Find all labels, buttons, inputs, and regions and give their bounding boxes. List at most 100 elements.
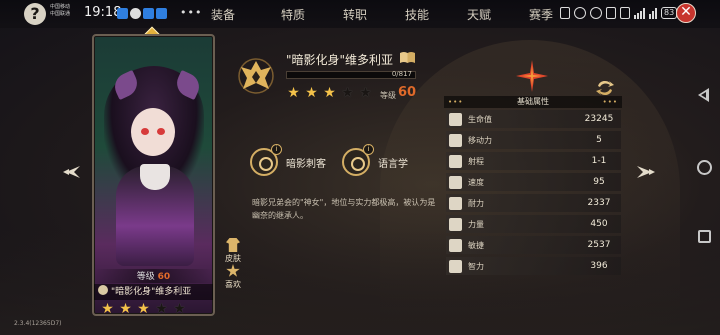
carrier-line: 中国联通 <box>50 11 71 17</box>
star-filled-icon: ★ <box>287 85 300 101</box>
chat-icon <box>130 8 141 19</box>
attribute-name: 移动力 <box>468 135 492 145</box>
carrier-line: 中国移动 <box>50 4 71 10</box>
attribute-row[interactable]: 耐力 2337 <box>446 194 621 212</box>
skin-label: 皮肤 <box>225 254 241 263</box>
notification-icons <box>117 8 167 19</box>
character-eye <box>141 128 149 135</box>
trait-label: 语言学 <box>378 158 408 170</box>
battery-indicator: 83 <box>661 7 678 19</box>
header-dots: ••• <box>448 98 464 106</box>
like-icon <box>226 264 240 277</box>
tab-bar: 装备 特质 转职 技能 天赋 赛季 <box>208 6 578 23</box>
card-name: "暗影化身"维多利亚 <box>111 287 192 297</box>
help-button[interactable]: ? <box>24 3 46 25</box>
level-value: 60 <box>398 85 417 100</box>
attribute-name: 射程 <box>468 156 484 166</box>
character-face <box>131 108 175 156</box>
character-description: 暗影兄弟会的"神女"，地位与实力都极高，被认为是幽奈的继承人。 <box>252 198 436 220</box>
tab-skills[interactable]: 技能 <box>392 6 442 23</box>
attribute-row[interactable]: 生命值 23245 <box>446 110 621 128</box>
card-star-rating: ★ ★ ★ ★ ★ <box>100 301 187 316</box>
trait-shadow-assassin[interactable]: i 暗影刺客 <box>250 144 326 176</box>
star-icon <box>449 259 462 273</box>
attribute-name: 力量 <box>468 219 484 229</box>
card-name-bar: "暗影化身"维多利亚 <box>94 284 213 300</box>
trait-emblem-icon: i <box>250 144 282 176</box>
heart-icon <box>449 112 462 126</box>
character-collar <box>140 164 170 190</box>
skin-button[interactable]: 皮肤 <box>221 238 245 264</box>
attribute-value: 2537 <box>587 240 611 250</box>
game-screen: ? 中国移动 中国联通 19:18 ••• 装备 特质 转职 技能 天赋 赛季 <box>0 0 720 335</box>
agility-icon <box>449 238 462 252</box>
attribute-value: 95 <box>593 177 605 187</box>
tab-season[interactable]: 赛季 <box>516 6 566 23</box>
speed-icon <box>449 175 462 189</box>
wifi-icon <box>649 7 657 19</box>
trait-emblem-icon: i <box>342 144 374 176</box>
star-filled-icon: ★ <box>305 85 318 101</box>
attribute-value: 396 <box>590 261 608 271</box>
character-card[interactable]: 等级 60 "暗影化身"维多利亚 ★ ★ ★ ★ ★ <box>92 34 215 316</box>
target-icon <box>449 154 462 168</box>
attribute-value: 23245 <box>584 114 614 124</box>
character-title: "暗影化身"维多利亚 <box>286 53 394 67</box>
tab-talents[interactable]: 天赋 <box>454 6 504 23</box>
card-grade-value: 60 <box>157 272 171 282</box>
character-eye <box>157 128 165 135</box>
attribute-value: 2337 <box>587 198 611 208</box>
attribute-row[interactable]: 射程 1-1 <box>446 152 621 170</box>
star-filled-icon: ★ <box>119 301 132 316</box>
swap-icon[interactable] <box>596 80 614 96</box>
app-icon <box>156 8 167 19</box>
experience-bar: 0/817 <box>286 70 416 79</box>
boot-icon <box>449 133 462 147</box>
star-filled-icon: ★ <box>137 301 150 316</box>
attribute-row[interactable]: 速度 95 <box>446 173 621 191</box>
info-icon: i <box>363 144 374 155</box>
attribute-row[interactable]: 敏捷 2537 <box>446 236 621 254</box>
home-icon[interactable] <box>697 160 712 175</box>
attribute-list: 生命值 23245 移动力 5 射程 1-1 速度 95 耐力 2337 力量 450 敏捷 2537 智力… <box>446 110 621 278</box>
rarity-icon <box>98 285 108 295</box>
shield-icon <box>449 196 462 210</box>
previous-character-arrow[interactable] <box>62 162 82 182</box>
trait-linguistics[interactable]: i 语言学 <box>342 144 408 176</box>
nfc-icon <box>560 7 570 19</box>
trait-label: 暗影刺客 <box>286 158 326 170</box>
next-character-arrow[interactable] <box>634 162 656 182</box>
star-empty-icon: ★ <box>155 301 168 316</box>
more-notifications: ••• <box>180 6 203 19</box>
attribute-name: 敏捷 <box>468 240 484 250</box>
attributes-header: ••• 基础属性 ••• <box>444 96 622 108</box>
card-grade: 等级 60 <box>94 269 213 283</box>
book-icon[interactable] <box>399 51 416 64</box>
star-filled-icon: ★ <box>323 85 336 101</box>
class-emblem-icon <box>238 58 274 94</box>
star-empty-icon: ★ <box>341 85 354 101</box>
attribute-row[interactable]: 智力 396 <box>446 257 621 275</box>
signal-icon <box>634 7 645 19</box>
close-button[interactable]: ✕ <box>676 3 696 23</box>
element-crest-icon <box>516 60 548 92</box>
attribute-row[interactable]: 力量 450 <box>446 215 621 233</box>
hero-star-rating: ★ ★ ★ ★ ★ <box>286 86 373 100</box>
level-label: 等级 <box>380 91 396 100</box>
skin-icon <box>226 238 240 252</box>
mail-icon <box>143 8 154 19</box>
tab-class-change[interactable]: 转职 <box>330 6 380 23</box>
fist-icon <box>449 217 462 231</box>
tab-traits[interactable]: 特质 <box>268 6 318 23</box>
bluetooth-icon <box>606 7 616 19</box>
attribute-row[interactable]: 移动力 5 <box>446 131 621 149</box>
like-button[interactable]: 喜欢 <box>221 264 245 290</box>
tab-equipment[interactable]: 装备 <box>208 6 238 23</box>
mute-icon <box>574 7 586 19</box>
status-time: 19:18 <box>84 5 122 20</box>
attribute-name: 耐力 <box>468 198 484 208</box>
attribute-value: 1-1 <box>591 156 607 166</box>
android-nav-bar <box>694 80 714 280</box>
attribute-value: 5 <box>596 135 602 145</box>
recents-icon[interactable] <box>698 230 711 243</box>
